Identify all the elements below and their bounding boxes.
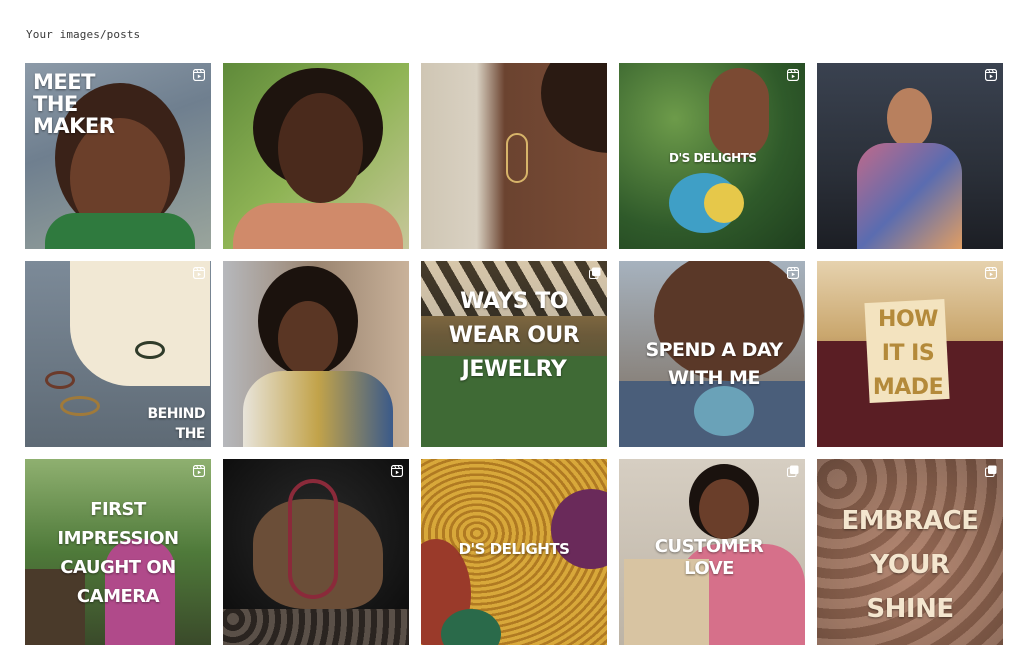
post-tile-customer-love[interactable]: CUSTOMER LOVE xyxy=(619,459,805,645)
post-overlay-text: MEET THE MAKER xyxy=(33,70,115,138)
header-title: Your images/posts xyxy=(26,28,141,41)
post-tile-behind-the-scenes[interactable]: BEHIND THE SCENES xyxy=(25,261,211,447)
post-overlay-text: CUSTOMER LOVE xyxy=(654,536,764,579)
reel-icon xyxy=(193,267,205,279)
carousel-icon xyxy=(985,465,997,477)
post-overlay-text: HOW IT IS MADE xyxy=(872,307,944,400)
post-overlay-text: SPEND A DAY WITH ME xyxy=(645,339,783,389)
post-overlay-text: D'S DELIGHTS xyxy=(669,151,757,165)
post-tile-portrait-green[interactable] xyxy=(223,63,409,249)
carousel-icon xyxy=(589,267,601,279)
post-tile-earring[interactable] xyxy=(421,63,607,249)
post-overlay-text: FIRST IMPRESSION CAUGHT ON CAMERA xyxy=(57,499,179,607)
posts-grid: MEET THE MAKER D'S DELIGHTS BEHIND THE W… xyxy=(25,63,1003,645)
post-overlay-text: EMBRACE YOUR SHINE xyxy=(841,506,979,624)
post-tile-ds-delights-pattern[interactable]: D'S DELIGHTS xyxy=(421,459,607,645)
post-overlay-text: BEHIND THE SCENES xyxy=(147,406,206,447)
reel-icon xyxy=(787,267,799,279)
post-tile-ways-to-wear[interactable]: WAYS TO WEAR OUR JEWELRY xyxy=(421,261,607,447)
post-tile-street-portrait[interactable] xyxy=(223,261,409,447)
reel-icon xyxy=(787,69,799,81)
post-overlay-text: D'S DELIGHTS xyxy=(458,540,570,558)
reel-icon xyxy=(193,69,205,81)
post-overlay-text: WAYS TO WEAR OUR JEWELRY xyxy=(448,289,580,382)
reel-icon xyxy=(193,465,205,477)
carousel-icon xyxy=(787,465,799,477)
reel-icon xyxy=(985,267,997,279)
post-tile-gallery-portrait[interactable] xyxy=(817,63,1003,249)
reel-icon xyxy=(985,69,997,81)
reel-icon xyxy=(391,465,403,477)
post-tile-ds-delights-bracelet[interactable]: D'S DELIGHTS xyxy=(619,63,805,249)
post-tile-spend-a-day[interactable]: SPEND A DAY WITH ME xyxy=(619,261,805,447)
post-tile-how-it-is-made[interactable]: HOW IT IS MADE xyxy=(817,261,1003,447)
post-tile-embrace-your-shine[interactable]: EMBRACE YOUR SHINE xyxy=(817,459,1003,645)
post-tile-necklace-driftwood[interactable] xyxy=(223,459,409,645)
post-tile-meet-the-maker[interactable]: MEET THE MAKER xyxy=(25,63,211,249)
post-tile-first-impression[interactable]: FIRST IMPRESSION CAUGHT ON CAMERA xyxy=(25,459,211,645)
